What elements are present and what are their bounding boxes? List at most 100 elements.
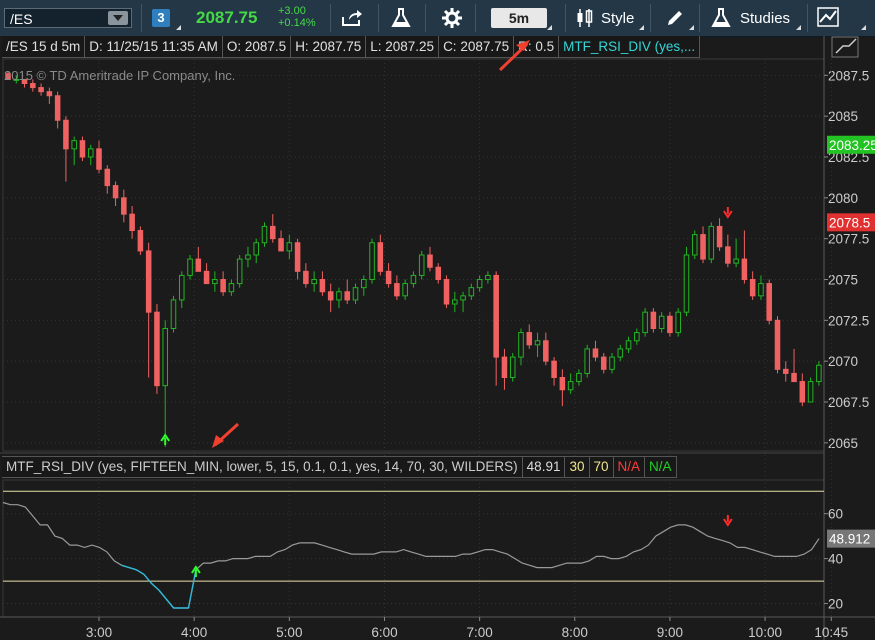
gear-icon (442, 8, 462, 28)
candle-body (203, 270, 210, 285)
price-tick-label: 2077.5 (828, 232, 869, 247)
candle-body (96, 148, 102, 170)
candle-body (476, 279, 483, 289)
toolbar-divider (378, 4, 379, 32)
candle-body (452, 299, 458, 305)
lower-study-header: MTF_RSI_DIV (yes, FIFTEEN_MIN, lower, 5,… (2, 456, 677, 478)
candle-body (509, 356, 516, 379)
lower-study-value: 48.91 (522, 456, 566, 478)
candle-body (418, 254, 425, 276)
candle-body (642, 311, 648, 334)
lower-study-label[interactable]: MTF_RSI_DIV (yes, FIFTEEN_MIN, lower, 5,… (2, 456, 523, 478)
candle-body (336, 291, 342, 301)
candle-body (816, 364, 822, 383)
flask-button[interactable] (390, 4, 412, 32)
candle-body (559, 377, 566, 391)
symbol-selector[interactable]: /ES (4, 8, 132, 28)
candle-body (212, 279, 218, 285)
timeframe-selector[interactable]: 5m (491, 8, 547, 28)
candle-body (741, 258, 748, 281)
upper-level-value: 70 (589, 456, 614, 478)
candle-body (311, 279, 317, 285)
chart-tools-button[interactable] (816, 4, 842, 32)
candle-body (87, 148, 94, 158)
candle-body (369, 242, 375, 280)
candle-body (402, 283, 408, 297)
candle-body (675, 311, 681, 334)
candle-body (319, 279, 326, 293)
price-tick-label: 2080 (828, 191, 858, 206)
candle-body (625, 340, 632, 350)
time-tick-label: 10:00 (748, 625, 782, 640)
candle-body (650, 311, 657, 329)
candle-body (758, 283, 764, 297)
candle-body (377, 242, 384, 272)
candle-body (327, 291, 334, 301)
candle-body (385, 270, 392, 285)
candle-body (104, 168, 111, 187)
candle-body (567, 381, 574, 391)
candle-body (427, 254, 433, 268)
price-change: +3.00 +0.14% (278, 5, 316, 29)
candle-body (708, 225, 715, 260)
candle-body (576, 372, 582, 383)
studies-menu-button[interactable]: Studies (710, 4, 790, 32)
flask-icon (711, 8, 731, 27)
drawing-tools-button[interactable] (664, 4, 686, 32)
share-button[interactable] (340, 4, 364, 32)
studies-label: Studies (740, 9, 791, 27)
copyright-notice: 2015 © TD Ameritrade IP Company, Inc. (4, 68, 236, 83)
annotation-arrow-icon (516, 40, 530, 51)
candle-body (121, 197, 127, 215)
candle-body (584, 348, 590, 374)
candle-body (526, 332, 533, 346)
candle-body (38, 87, 44, 93)
candle-body (683, 254, 690, 313)
link-group-badge[interactable]: 3 (152, 9, 170, 27)
symbol-text: /ES (10, 11, 33, 27)
candle-body (286, 242, 293, 252)
candle-body (435, 266, 442, 280)
na-green-value: N/A (645, 456, 677, 478)
settings-button[interactable] (441, 4, 463, 32)
candle-body (228, 283, 235, 293)
chart-toolbar: /ES 3 2087.75 +3.00 +0.14% 5m Style Stud… (0, 0, 875, 37)
candle-body (700, 234, 706, 260)
candle-body (534, 340, 541, 346)
candle-body (658, 315, 665, 329)
candle-body (344, 291, 351, 301)
price-tick-label: 2065 (828, 436, 858, 451)
candle-body (799, 381, 806, 403)
style-label: Style (601, 9, 635, 27)
mark-price-tag-label: 2078.5 (829, 215, 870, 230)
candle-body (278, 238, 284, 252)
price-tick-label: 2075 (828, 273, 858, 288)
chevron-down-icon[interactable] (108, 11, 128, 25)
candle-body (361, 279, 367, 289)
time-tick-label: 4:00 (181, 625, 207, 640)
candle-body (609, 356, 615, 370)
toolbar-divider (650, 4, 651, 32)
candle-body (551, 360, 557, 378)
candle-body (501, 356, 508, 379)
candle-body (162, 328, 168, 387)
time-tick-label: 7:00 (466, 625, 492, 640)
chart-tools-icon (817, 7, 839, 27)
candle-body (253, 242, 259, 256)
price-chart[interactable]: 2087.520852082.520802077.520752072.52070… (0, 36, 875, 640)
candle-body (634, 332, 640, 342)
toolbar-divider (330, 4, 331, 32)
candle-body (261, 225, 268, 244)
style-menu-button[interactable]: Style (574, 4, 634, 32)
candle-body (617, 348, 624, 358)
candle-body (46, 91, 53, 97)
candle-body (543, 340, 549, 362)
candle-body (352, 287, 359, 301)
toolbar-divider (425, 4, 426, 32)
toolbar-divider (565, 4, 566, 32)
candle-body (154, 311, 160, 387)
candle-body (245, 254, 251, 260)
study-tick-label: 20 (828, 597, 843, 612)
candle-body (807, 381, 814, 403)
lower-panel-bg (2, 479, 825, 618)
